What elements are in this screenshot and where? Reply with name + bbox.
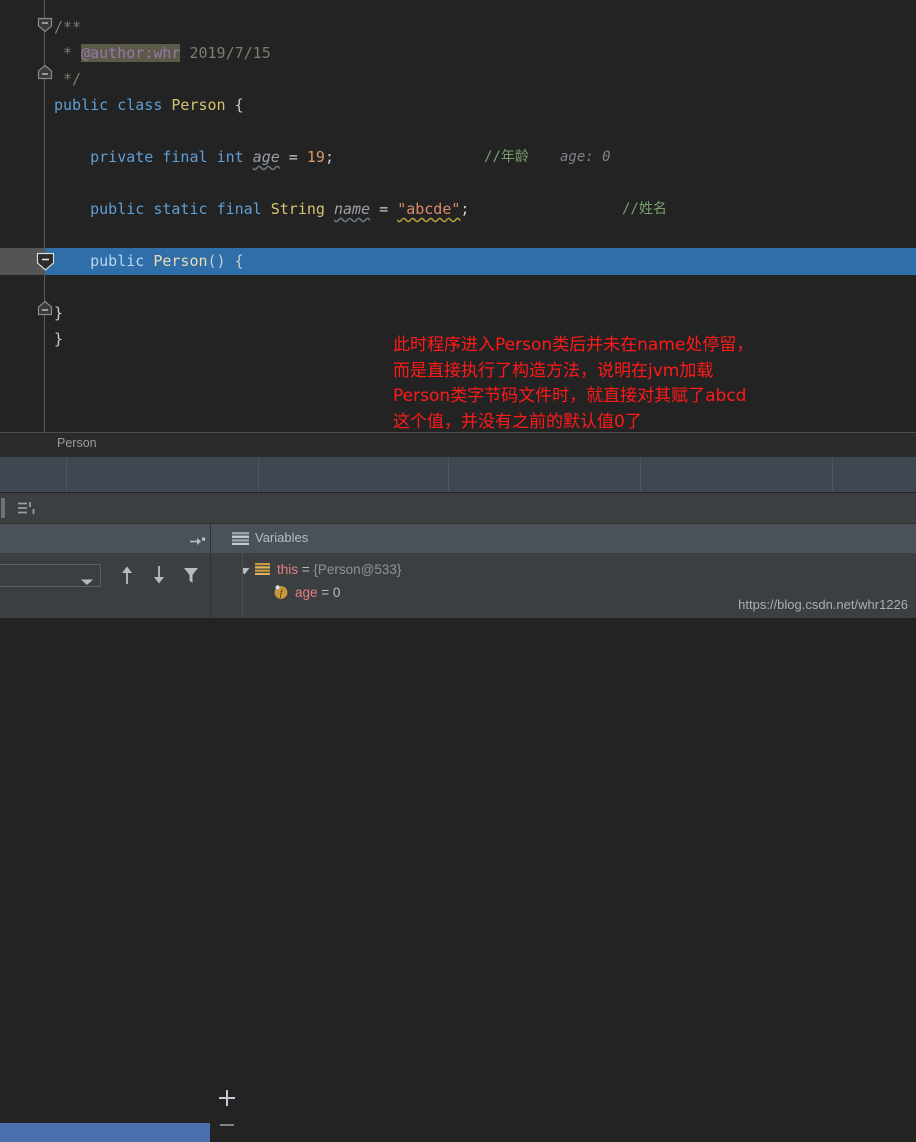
code-token: () {	[207, 252, 244, 270]
variable-row[interactable]: f age = 0	[273, 584, 340, 603]
code-token: {	[225, 96, 244, 114]
code-token: 19	[306, 148, 325, 166]
inline-comment-name: //姓名	[622, 201, 667, 217]
segment-divider	[832, 457, 833, 492]
add-watch-button[interactable]	[216, 1087, 238, 1109]
variables-pane-header	[211, 524, 916, 553]
chevron-down-icon[interactable]	[80, 573, 94, 585]
code-token: int	[216, 148, 244, 166]
inline-debug-hint-age: age: 0	[560, 149, 611, 165]
toolbar-segment-strip[interactable]	[0, 457, 916, 492]
code-token: final	[162, 148, 208, 166]
code-token: age	[252, 148, 280, 166]
code-line-close-method: }	[54, 304, 64, 322]
code-line: */	[54, 66, 81, 92]
code-token: ;	[324, 148, 334, 166]
variable-value: {Person@533}	[313, 562, 402, 577]
code-line: private final int age = 19;	[54, 144, 334, 170]
code-token: public	[90, 252, 145, 270]
code-token: public	[54, 96, 109, 114]
code-line: /**	[54, 14, 81, 40]
drag-handle[interactable]	[1, 498, 5, 518]
variable-name: this	[277, 562, 299, 577]
breadcrumb-bar: Person	[0, 432, 916, 457]
code-line: * @author:whr 2019/7/15	[54, 40, 271, 66]
inline-comment-age: //年龄	[484, 149, 529, 165]
watch-column-divider	[242, 553, 243, 618]
debug-mini-toolbar[interactable]	[0, 493, 916, 524]
settings-list-icon[interactable]	[16, 499, 36, 517]
segment-divider	[448, 457, 449, 492]
tab-variables[interactable]: Variables	[255, 530, 308, 545]
variable-row[interactable]: this = {Person@533}	[239, 562, 401, 578]
code-token: String	[270, 200, 325, 218]
watch-add-remove-column	[211, 553, 242, 618]
code-token: final	[216, 200, 262, 218]
export-thread-icon[interactable]	[190, 534, 206, 545]
code-token: Person	[171, 96, 226, 114]
variable-equals: =	[317, 585, 333, 601]
code-token: Person	[153, 252, 208, 270]
code-token: *	[54, 44, 82, 62]
breadcrumb[interactable]: Person	[57, 436, 97, 450]
code-token: name	[333, 200, 371, 218]
code-token: /**	[54, 18, 82, 36]
code-token: =	[279, 148, 307, 166]
variables-stack-icon	[232, 532, 249, 545]
code-token: 2019/7/15	[180, 44, 271, 62]
code-token: public	[90, 200, 145, 218]
variable-equals: =	[298, 562, 314, 577]
frames-pane-header	[0, 524, 210, 553]
step-up-button[interactable]	[117, 564, 137, 586]
remove-watch-button[interactable]	[216, 1118, 238, 1132]
code-token: private	[90, 148, 154, 166]
code-line: public static final String name = "abcde…	[54, 196, 469, 222]
code-line-close-class: }	[54, 330, 64, 348]
exec-line-code: public Person() {	[54, 248, 244, 275]
red-annotation-text: 此时程序进入Person类后并未在name处停留， 而是直接执行了构造方法，说明…	[393, 335, 754, 432]
code-line: public class Person {	[54, 92, 244, 118]
variable-name: age	[295, 585, 318, 601]
variable-value: 0	[332, 585, 341, 601]
selected-frame-row[interactable]	[0, 1123, 210, 1142]
code-token: @author:whr	[81, 44, 181, 62]
code-token: =	[370, 200, 398, 218]
code-token: class	[117, 96, 163, 114]
code-token: */	[54, 70, 82, 88]
watermark-url: https://blog.csdn.net/whr1226	[738, 597, 908, 612]
code-token: ;	[460, 200, 470, 218]
frames-pane[interactable]	[0, 524, 210, 1142]
segment-divider	[258, 457, 259, 492]
code-token: static	[153, 200, 208, 218]
execution-pointer-icon[interactable]	[36, 252, 55, 271]
segment-divider	[640, 457, 641, 492]
step-down-button[interactable]	[149, 564, 169, 586]
filter-button[interactable]	[181, 564, 201, 586]
field-icon: f	[273, 584, 295, 603]
code-token: "abcde"	[397, 200, 461, 218]
object-icon	[255, 562, 277, 578]
code-editor[interactable]: /** * @author:whr 2019/7/15 */ public cla…	[0, 0, 916, 432]
segment-divider	[66, 457, 67, 492]
